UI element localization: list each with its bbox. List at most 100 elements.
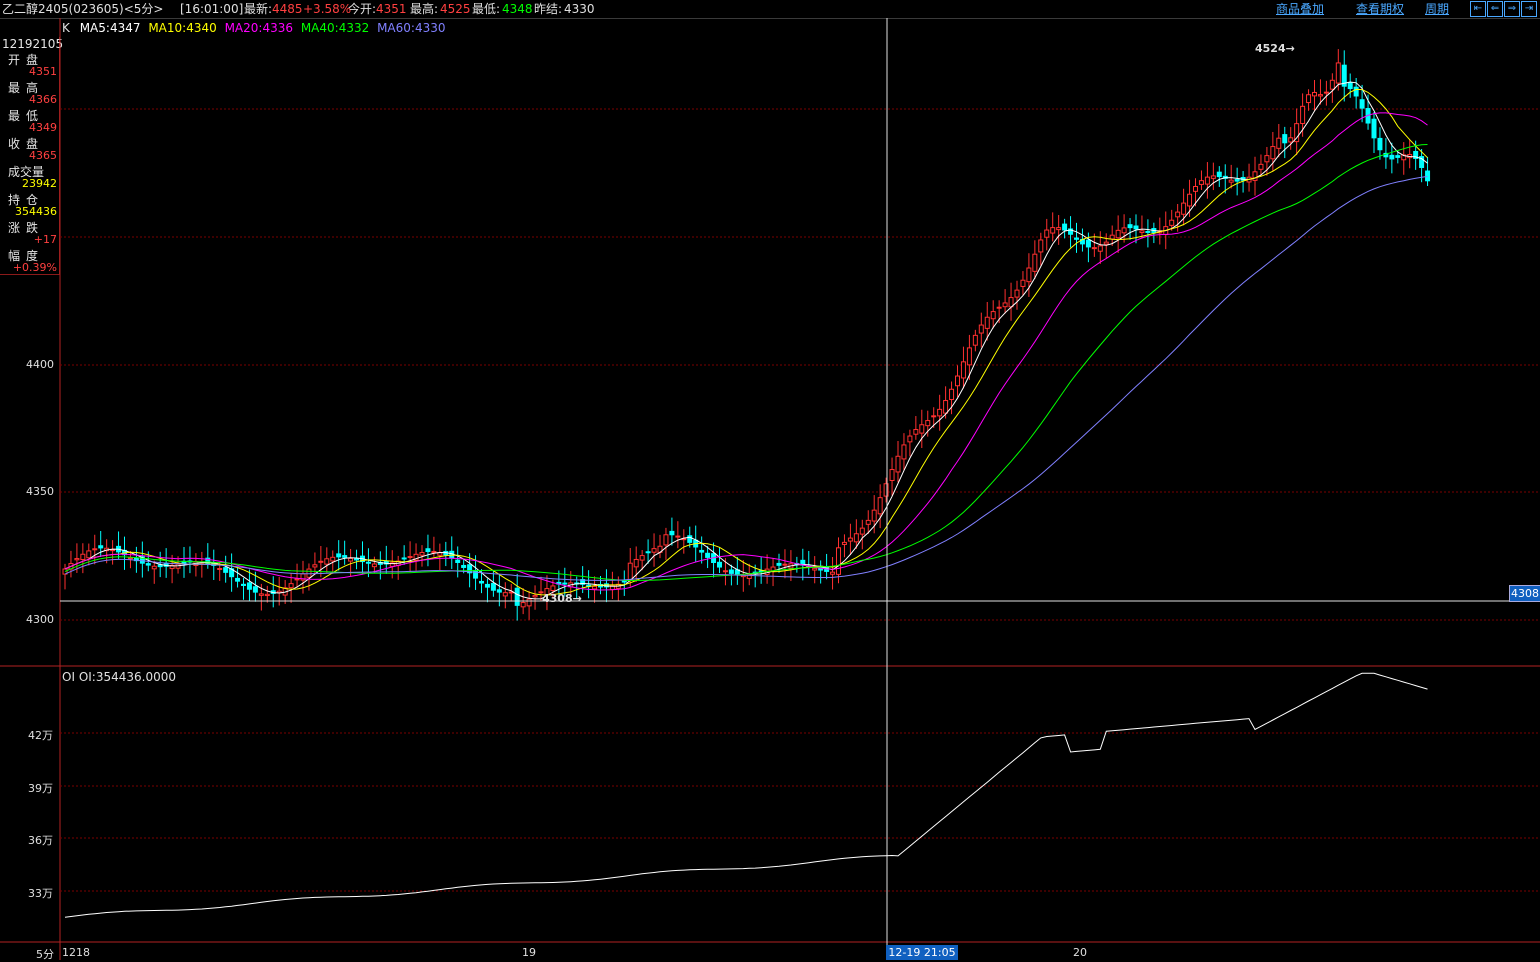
- candle-body: [1210, 175, 1216, 179]
- high-label: 最高:: [410, 2, 439, 16]
- candle-body: [639, 555, 645, 561]
- low-marker: 4308→: [542, 592, 582, 605]
- ma20-line: [64, 112, 1428, 591]
- candle-body: [925, 420, 931, 427]
- candle-body: [98, 545, 104, 549]
- candle-body: [841, 541, 847, 545]
- candle-body: [342, 555, 348, 558]
- time-label-19: 19: [522, 946, 536, 959]
- candle-body: [502, 592, 508, 597]
- menu-period[interactable]: 周期: [1425, 2, 1449, 16]
- open-label: 今开:: [348, 2, 377, 16]
- candle-body: [663, 534, 669, 546]
- candle-body: [407, 556, 413, 559]
- candle-body: [264, 593, 270, 597]
- arrow-right-end-icon[interactable]: ⇥: [1521, 1, 1537, 17]
- candle-body: [901, 444, 907, 460]
- candle-body: [960, 361, 966, 379]
- candle-body: [288, 583, 294, 589]
- candle-body: [294, 578, 300, 581]
- high-marker: 4524→: [1255, 42, 1295, 55]
- quote-time: [16:01:00]: [180, 2, 244, 16]
- candle-body: [252, 586, 258, 593]
- candle-body: [223, 567, 229, 573]
- oi-line: [64, 672, 1428, 918]
- candle-body: [895, 455, 901, 473]
- candle-body: [550, 585, 556, 592]
- candle-body: [86, 550, 92, 559]
- candle-body: [1181, 202, 1187, 215]
- candle-body: [931, 415, 937, 418]
- oi-label: OI: [62, 670, 75, 684]
- candle-body: [1038, 239, 1044, 253]
- arrow-left-icon[interactable]: ⇐: [1487, 1, 1503, 17]
- candle-body: [621, 580, 627, 583]
- candle-body: [937, 408, 943, 417]
- oi-tick-36: 36万: [28, 834, 53, 847]
- candle-body: [354, 558, 360, 561]
- candle-body: [1371, 118, 1377, 139]
- candle-body: [1103, 241, 1109, 245]
- candle-body: [1276, 137, 1282, 149]
- candle-body: [1317, 94, 1323, 97]
- candle-body: [1395, 155, 1401, 158]
- price-tick-4350: 4350: [26, 485, 54, 498]
- candle-body: [984, 316, 990, 329]
- arrow-right-icon[interactable]: ⇒: [1504, 1, 1520, 17]
- oi-legend: OI OI:354436.0000: [62, 670, 176, 684]
- candle-body: [562, 582, 568, 585]
- candle-body: [919, 424, 925, 434]
- candle-body: [705, 552, 711, 558]
- candle-body: [1056, 227, 1062, 231]
- candle-body: [1127, 224, 1133, 229]
- candle-body: [461, 564, 467, 568]
- candle-body: [645, 551, 651, 554]
- candle-body: [675, 535, 681, 538]
- oi-tick-33: 33万: [28, 887, 53, 900]
- candle-body: [1347, 82, 1353, 90]
- candle-body: [877, 497, 883, 515]
- candle-body: [853, 533, 859, 543]
- candle-body: [425, 548, 431, 553]
- prev-settle-price: 4330: [564, 2, 595, 16]
- candle-body: [990, 311, 996, 320]
- candle-body: [889, 469, 895, 481]
- menu-overlay-commodity[interactable]: 商品叠加: [1276, 2, 1324, 16]
- candle-body: [318, 560, 324, 563]
- candle-body: [633, 558, 639, 568]
- candle-body: [836, 547, 841, 575]
- candle-body: [1109, 234, 1115, 240]
- candle-body: [151, 565, 157, 570]
- candle-body: [312, 564, 318, 568]
- candle-body: [1169, 219, 1175, 226]
- arrow-left-end-icon[interactable]: ⇤: [1470, 1, 1486, 17]
- time-label-20: 20: [1073, 946, 1087, 959]
- candle-body: [1389, 154, 1395, 160]
- candle-body: [669, 530, 675, 536]
- candle-body: [1425, 170, 1431, 182]
- kline-chart[interactable]: [0, 18, 1540, 960]
- candle-body: [1014, 289, 1020, 298]
- candle-body: [776, 562, 782, 566]
- price-tick-4300: 4300: [26, 613, 54, 626]
- candle-body: [371, 563, 377, 568]
- low-price: 4348: [502, 2, 533, 16]
- candle-body: [978, 324, 984, 334]
- candle-body: [627, 562, 633, 581]
- candle-body: [1228, 179, 1234, 183]
- menu-view-options[interactable]: 查看期权: [1356, 2, 1404, 16]
- candle-body: [1050, 227, 1056, 234]
- oi-value: OI:354436.0000: [78, 670, 177, 684]
- candle-body: [907, 435, 913, 443]
- candle-body: [479, 580, 484, 584]
- candle-body: [235, 577, 241, 582]
- candle-body: [74, 558, 80, 561]
- candle-body: [1300, 105, 1306, 124]
- candle-body: [217, 568, 223, 571]
- candle-body: [92, 548, 98, 551]
- oi-tick-39: 39万: [28, 782, 53, 795]
- candle-body: [949, 388, 955, 401]
- candle-body: [592, 585, 598, 590]
- candle-body: [1288, 137, 1294, 143]
- candle-body: [1204, 176, 1210, 185]
